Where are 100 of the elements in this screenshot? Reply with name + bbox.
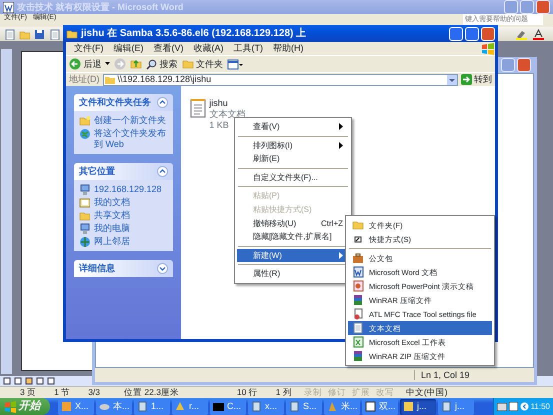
save-icon[interactable] [34, 28, 45, 40]
folders-button[interactable]: 文件夹 [182, 58, 223, 70]
app-icon [327, 401, 338, 412]
windows-logo-icon [4, 400, 16, 412]
menu-item[interactable]: 帮助(H) [268, 43, 308, 54]
text-file-icon [352, 322, 364, 334]
status-text: 3/3 [87, 387, 102, 398]
computer-icon [79, 222, 90, 234]
menu-item[interactable]: 刷新(E) [237, 152, 349, 166]
menu-item[interactable]: 属性(R) [237, 267, 349, 281]
back-button[interactable]: 后退 [69, 58, 102, 70]
taskbar-button[interactable]: 1... [134, 398, 170, 414]
menu-item[interactable]: 收藏(A) [188, 43, 228, 54]
close-button[interactable] [517, 58, 531, 72]
search-button[interactable]: 搜索 [146, 58, 178, 70]
app-icon [137, 401, 148, 412]
app-icon [61, 401, 72, 412]
file-name[interactable]: jishu [209, 98, 246, 109]
up-folder-icon[interactable] [130, 58, 142, 70]
archive-icon [352, 350, 364, 362]
menu-item[interactable]: 工具(T) [228, 43, 268, 54]
app-icon [403, 401, 414, 412]
app-icon [99, 401, 110, 412]
submenu-arrow-icon [339, 123, 343, 130]
taskbar-button[interactable]: r... [172, 398, 208, 414]
status-indicator: 扩展 [352, 387, 370, 398]
menu-item[interactable]: 撤销移动(U) Ctrl+Z [237, 216, 349, 230]
word-document-icon [352, 266, 364, 278]
menu-item[interactable]: 文件(F) [69, 43, 108, 54]
status-indicator: 改写 [376, 387, 394, 398]
taskbar-button[interactable]: 双... [362, 398, 398, 414]
taskbar-button[interactable]: S... [286, 398, 322, 414]
window-title: jishu 在 Samba 3.5.6-86.el6 (192.168.129.128) 上 [81, 28, 308, 40]
window-title: 攻击技术 就有权限设置 - Microsoft Word [17, 2, 184, 12]
menu-item[interactable]: 查看(V) [148, 43, 188, 54]
settings-file-icon [352, 308, 364, 320]
taskbar-button[interactable]: j... [400, 398, 436, 414]
documents-icon [79, 196, 90, 208]
task-link[interactable]: 192.168.129.128 [94, 184, 162, 194]
windows-logo-icon [481, 42, 495, 54]
collapse-icon[interactable] [157, 166, 168, 177]
expand-tray-icon[interactable] [520, 402, 529, 411]
computer-icon [79, 184, 90, 195]
app-icon [251, 401, 262, 412]
app-icon [289, 401, 300, 412]
search-icon [146, 58, 158, 70]
task-link[interactable]: 将这个文件夹发布到 Web [94, 128, 168, 150]
briefcase-icon [352, 252, 364, 264]
presentation-icon [352, 280, 364, 292]
folder-icon [182, 58, 194, 70]
taskbar-button[interactable]: 本... [96, 398, 132, 414]
menu-item[interactable]: 排列图标(I) [237, 138, 349, 152]
status-text: Ln 1, Col 19 [414, 370, 514, 380]
language-status: 中文(中国) [404, 387, 449, 398]
menu-item[interactable]: 隐藏[隐藏文件,扩展名] [237, 230, 349, 244]
menu-item[interactable]: 自定义文件夹(F)... [237, 170, 349, 184]
task-link[interactable]: 创建一个新文件夹 [94, 115, 166, 126]
status-text: 1 节 [53, 387, 72, 398]
dropdown-caret-icon[interactable] [105, 62, 110, 66]
menu-item[interactable]: 查看(V) [237, 120, 349, 134]
app-icon [213, 401, 224, 412]
status-indicator: 录制 [304, 387, 322, 398]
app-icon [441, 401, 452, 412]
submenu-arrow-icon [339, 252, 343, 260]
app-icon [365, 401, 376, 412]
new-folder-icon [79, 115, 90, 126]
taskbar-button[interactable]: X... [58, 398, 94, 414]
file-size: 1 KB [209, 120, 230, 130]
close-button[interactable] [536, 0, 550, 14]
go-button[interactable]: 转到 [460, 74, 492, 85]
word-icon [3, 2, 14, 12]
submenu-arrow-icon [339, 142, 343, 149]
font-color-icon[interactable] [532, 28, 545, 40]
task-link[interactable]: 我的电脑 [94, 222, 130, 234]
folder-icon [352, 219, 364, 231]
collapse-icon[interactable] [157, 97, 168, 108]
task-link[interactable]: 网上邻居 [94, 236, 130, 246]
text-file-icon[interactable] [189, 98, 207, 118]
expand-icon[interactable] [157, 262, 168, 274]
taskbar-button[interactable]: j... [438, 398, 474, 414]
clock-text: 11:50 [530, 402, 550, 412]
views-icon[interactable] [226, 58, 243, 70]
highlighter-icon[interactable] [514, 28, 528, 40]
task-link[interactable]: 我的文档 [94, 196, 130, 208]
status-text: 3 页 [19, 387, 38, 398]
address-label: 地址(D) [69, 74, 100, 85]
network-icon [79, 236, 90, 247]
new-document-icon[interactable] [4, 28, 15, 40]
spreadsheet-icon [352, 336, 364, 348]
address-field[interactable]: \\192.168.129.128\jishu [102, 74, 458, 86]
taskbar-button[interactable]: 米... [324, 398, 360, 414]
status-text: 位置 22.3厘米 [123, 387, 180, 398]
status-indicator: 修订 [328, 387, 346, 398]
taskbar-button[interactable]: C... [210, 398, 246, 414]
app-icon [175, 401, 186, 412]
dropdown-caret-icon [446, 74, 457, 84]
task-link[interactable]: 共享文档 [94, 210, 130, 220]
globe-icon [79, 128, 90, 139]
taskbar-button[interactable]: x... [248, 398, 284, 414]
menu-item[interactable]: 编辑(E) [108, 43, 148, 54]
